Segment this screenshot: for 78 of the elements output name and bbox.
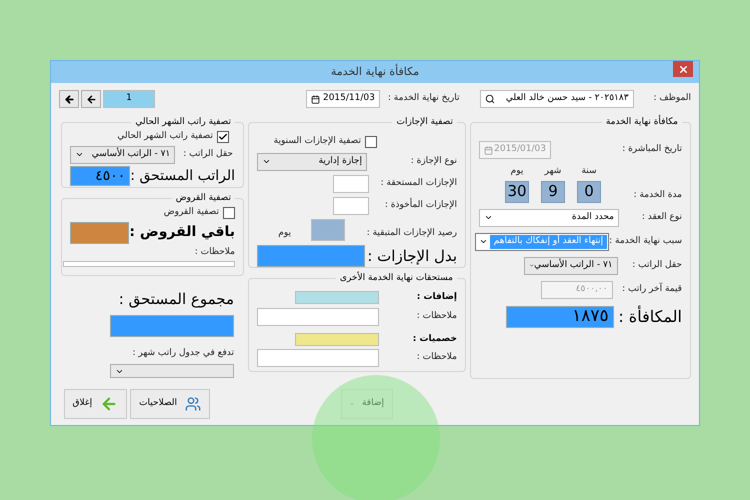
- input-field[interactable]: [333, 196, 369, 214]
- field-label: الإجازات المستحقة :: [380, 176, 457, 190]
- calendar-icon: [484, 146, 493, 154]
- close-button[interactable]: [673, 61, 693, 77]
- field-label: ملاحظات :: [194, 246, 235, 258]
- reward-value: ١٨٧٥: [506, 306, 614, 328]
- group-title: تصفية القروض: [172, 192, 235, 206]
- field-label: رصيد الإجازات المتبقية :: [366, 227, 457, 240]
- chevron-down-icon: [262, 157, 271, 166]
- field-label: قيمة آخر راتب :: [622, 282, 682, 296]
- duration-value: 30: [505, 180, 529, 202]
- field-label: الموظف :: [654, 92, 691, 106]
- calendar-icon: [310, 94, 320, 104]
- first-button[interactable]: [59, 90, 79, 108]
- dropdown[interactable]: ٧١ - الراتب الأساسي: [524, 256, 618, 274]
- loans-value: [70, 222, 130, 244]
- field-label: سبب نهاية الخدمة :: [609, 234, 682, 248]
- field-label: تاريخ المباشرة :: [622, 143, 682, 156]
- field-label: نوع العقد :: [642, 210, 682, 224]
- input-field[interactable]: ٢٠٢٥١٨٣ - سيد حسن خالد العلي: [480, 90, 634, 108]
- arrow-left-icon: [86, 94, 96, 104]
- chevron-down-icon: [75, 150, 84, 159]
- field-label: تصفية القروض: [164, 206, 219, 219]
- window-title: مكافأة نهاية الخدمة: [330, 64, 420, 80]
- field-label: تدفع في جدول راتب شهر :: [132, 346, 234, 360]
- reward-label: المكافأة :: [618, 304, 682, 328]
- field-label: شهر: [544, 165, 562, 178]
- checkbox[interactable]: [217, 130, 229, 143]
- input-field[interactable]: [295, 291, 379, 304]
- field-label: الإجازات المأخوذة :: [384, 198, 457, 212]
- checkbox[interactable]: [365, 136, 377, 148]
- field-label: يوم: [278, 227, 291, 240]
- dropdown[interactable]: ٧١ - الراتب الأساسي: [70, 146, 176, 164]
- total-label: مجموع المستحق :: [118, 289, 234, 310]
- page-field[interactable]: 1: [103, 90, 155, 108]
- arrow-left-icon: [64, 94, 74, 104]
- group-title: مستحقات نهاية الخدمة الأخرى: [336, 272, 457, 286]
- field-label: مدة الخدمة :: [634, 189, 682, 202]
- field-label: سنة: [581, 165, 597, 178]
- field-label: ملاحظات :: [416, 310, 457, 323]
- close-button[interactable]: إغلاق: [64, 389, 128, 419]
- input-field[interactable]: محدد المدة: [479, 208, 619, 226]
- search-icon: [484, 94, 495, 104]
- chevron-down-icon: [478, 237, 488, 246]
- permissions-button[interactable]: الصلاحيات: [130, 389, 210, 419]
- group-title: تصفية راتب الشهر الحالي: [131, 116, 235, 130]
- group-title: تصفية الإجازات: [392, 116, 457, 130]
- field-label: يوم: [510, 165, 524, 178]
- previous-button[interactable]: [81, 90, 101, 108]
- close-icon: [678, 64, 688, 74]
- checkbox[interactable]: [223, 206, 235, 219]
- balance-field: [311, 218, 345, 240]
- input-field[interactable]: 2015/11/03: [306, 90, 380, 108]
- input-field[interactable]: [257, 349, 379, 367]
- input-field[interactable]: [63, 261, 235, 267]
- field-label: تاريخ نهاية الخدمة :: [388, 92, 460, 106]
- input-field[interactable]: [295, 332, 379, 346]
- field-label: نوع الإجازة :: [410, 154, 457, 168]
- field-label: ملاحظات :: [416, 351, 457, 364]
- users-icon: [185, 396, 201, 412]
- field-label: تصفية راتب الشهر الحالي: [117, 130, 213, 143]
- loans-label: باقي القروض :: [129, 223, 235, 242]
- field-label: خصميات :: [412, 332, 457, 346]
- field-label: تصفية الإجازات السنوية: [274, 135, 361, 148]
- duration-value: 9: [541, 180, 565, 202]
- field-label: حقل الراتب :: [632, 258, 682, 272]
- input-field[interactable]: [257, 308, 379, 326]
- due-salary-value: ٤٥٠٠: [70, 166, 130, 186]
- duration-value: 0: [577, 180, 601, 202]
- dropdown[interactable]: [110, 364, 234, 378]
- group-title: مكافأة نهاية الخدمة: [602, 116, 682, 130]
- field-label: حقل الراتب :: [183, 148, 233, 161]
- chevron-down-icon: [484, 213, 493, 222]
- dropdown[interactable]: إجازة إدارية: [257, 152, 367, 170]
- input-field[interactable]: [333, 174, 369, 192]
- allowance-label: بدل الإجازات :: [367, 246, 457, 267]
- field-label: إضافات :: [416, 291, 457, 304]
- due-salary-label: الراتب المستحق :: [130, 166, 235, 186]
